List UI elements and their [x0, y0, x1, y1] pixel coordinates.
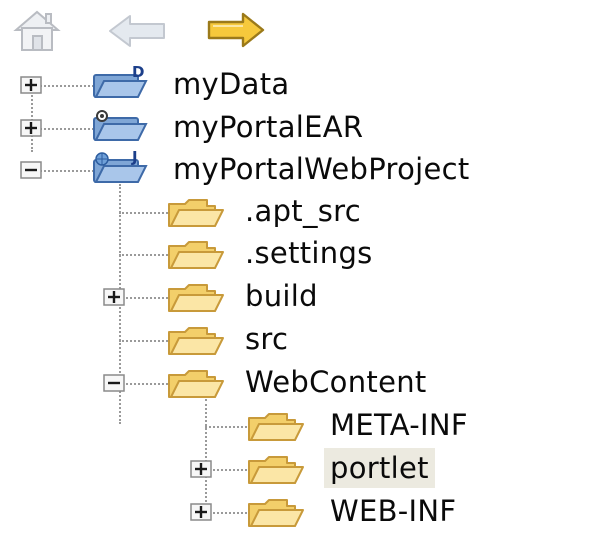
- tree-item-icon: [245, 449, 307, 489]
- folder-icon: [168, 370, 224, 398]
- expand-toggle[interactable]: [20, 119, 42, 137]
- tree-item-label: .apt_src: [245, 194, 362, 228]
- tree-item-label: META-INF: [330, 408, 468, 442]
- expand-icon: [20, 119, 42, 137]
- project-folder-icon: D: [93, 63, 148, 98]
- tree-item[interactable]: myPortalEAR: [0, 107, 597, 150]
- tree-item-icon: [88, 108, 150, 148]
- tree-item-icon: [165, 320, 227, 360]
- tree-item[interactable]: WebContent: [0, 362, 597, 405]
- tree-line: [119, 297, 171, 299]
- forward-button[interactable]: [205, 12, 267, 52]
- expand-toggle[interactable]: [190, 460, 212, 478]
- tree-item[interactable]: src: [0, 319, 597, 362]
- expand-toggle[interactable]: [20, 76, 42, 94]
- tree-item-icon: [165, 234, 227, 274]
- collapse-toggle[interactable]: [103, 374, 125, 392]
- project-explorer-tree: DmyData myPortalEAR JmyPortalWebProject …: [0, 63, 597, 528]
- expand-icon: [190, 503, 212, 521]
- folder-icon: [248, 456, 304, 484]
- tree-item-icon: D: [88, 63, 150, 105]
- arrow-left-icon: [109, 15, 165, 47]
- tree-item-label: build: [245, 279, 318, 313]
- tree-item[interactable]: .apt_src: [0, 191, 597, 234]
- tree-item-icon: [165, 277, 227, 317]
- collapse-toggle[interactable]: [20, 161, 42, 179]
- collapse-icon: [20, 161, 42, 179]
- tree-item[interactable]: JmyPortalWebProject: [0, 148, 597, 192]
- tree-line: [119, 254, 171, 256]
- tree-item-label: portlet: [324, 448, 435, 488]
- tree-item-label: myPortalWebProject: [173, 152, 470, 186]
- tree-item-icon: [245, 406, 307, 446]
- folder-icon: [168, 284, 224, 312]
- tree-item[interactable]: WEB-INF: [0, 491, 597, 534]
- tree-item-icon: [165, 192, 227, 232]
- folder-icon: [248, 413, 304, 441]
- arrow-right-icon: [207, 12, 265, 48]
- svg-text:D: D: [132, 65, 144, 81]
- web-project-icon: J: [93, 148, 148, 183]
- folder-icon: [168, 199, 224, 227]
- navigation-toolbar: [0, 0, 597, 64]
- svg-text:J: J: [131, 150, 138, 166]
- tree-item-icon: [165, 363, 227, 403]
- tree-line: [119, 340, 171, 342]
- collapse-icon: [103, 374, 125, 392]
- folder-icon: [168, 241, 224, 269]
- expand-icon: [20, 76, 42, 94]
- back-button[interactable]: [108, 14, 168, 52]
- tree-line: [119, 212, 171, 214]
- tree-item-icon: [245, 492, 307, 532]
- home-button[interactable]: [10, 8, 64, 58]
- tree-item-icon: J: [88, 148, 150, 190]
- tree-item-label: myData: [173, 67, 290, 101]
- tree-item[interactable]: portlet: [0, 448, 597, 491]
- home-icon: [13, 10, 61, 51]
- expand-icon: [103, 288, 125, 306]
- tree-line: [119, 383, 171, 385]
- folder-icon: [248, 499, 304, 527]
- tree-item[interactable]: .settings: [0, 233, 597, 276]
- tree-item-label: .settings: [245, 236, 373, 270]
- expand-icon: [190, 460, 212, 478]
- expand-toggle[interactable]: [103, 288, 125, 306]
- expand-toggle[interactable]: [190, 503, 212, 521]
- tree-item[interactable]: build: [0, 276, 597, 319]
- folder-icon: [168, 327, 224, 355]
- tree-item-label: myPortalEAR: [173, 110, 364, 144]
- tree-item-label: WebContent: [245, 365, 427, 399]
- tree-item[interactable]: META-INF: [0, 405, 597, 448]
- tree-item[interactable]: DmyData: [0, 63, 597, 107]
- ear-project-icon: [93, 110, 148, 141]
- tree-item-label: src: [245, 322, 289, 356]
- tree-item-label: WEB-INF: [330, 494, 457, 528]
